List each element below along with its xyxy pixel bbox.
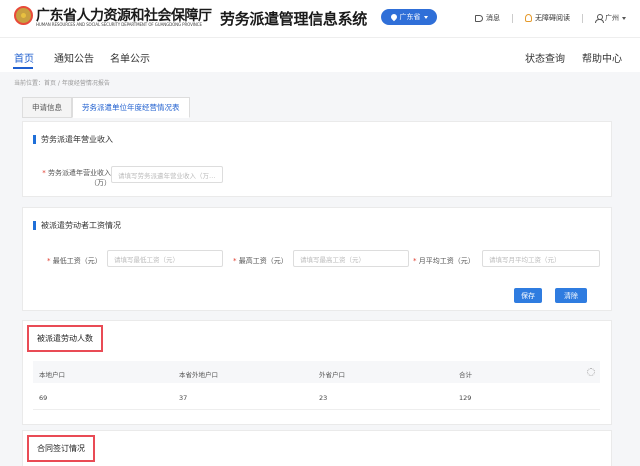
nav-query[interactable]: 状态查询 <box>525 50 565 65</box>
nav-help[interactable]: 帮助中心 <box>582 50 622 65</box>
save-button[interactable]: 保存 <box>514 288 542 303</box>
breadcrumb: 当前位置：首页 / 年度经营情况报告 <box>14 80 110 87</box>
clear-button[interactable]: 清除 <box>555 288 587 303</box>
chevron-down-icon <box>622 16 626 20</box>
divider <box>582 13 583 23</box>
column-settings-icon[interactable] <box>587 368 595 376</box>
org-name-en: HUMAN RESOURCES AND SOCIAL SECURITY DEPA… <box>36 22 202 27</box>
col-local: 本地户口 <box>39 371 65 379</box>
workers-panel-title: 被派遣劳动人数 <box>27 325 103 352</box>
nav-list[interactable]: 名单公示 <box>110 50 150 65</box>
messages-link[interactable]: 消息 <box>475 13 500 23</box>
emblem-logo <box>14 6 33 25</box>
cell-total: 129 <box>459 394 472 402</box>
col-other-province: 外省户口 <box>319 371 345 379</box>
user-label: 广州 <box>605 14 619 22</box>
tab-annual-report[interactable]: 劳务派遣单位年度经营情况表 <box>72 97 190 118</box>
max-wage-label: * 最高工资（元） <box>233 257 288 265</box>
top-actions: 消息 无障碍阅读 广州 <box>475 13 626 23</box>
nav-notices[interactable]: 通知公告 <box>54 50 94 65</box>
avg-wage-input[interactable]: 请填写月平均工资（元） <box>482 250 600 267</box>
divider <box>512 13 513 23</box>
messages-label: 消息 <box>486 14 500 22</box>
user-menu[interactable]: 广州 <box>595 13 626 23</box>
message-icon <box>475 14 483 22</box>
revenue-title-text: 劳务派遣年营业收入 <box>41 135 113 144</box>
cell-province-other: 37 <box>179 394 188 402</box>
revenue-input[interactable]: 请填写劳务派遣年营业收入（万… <box>111 166 223 183</box>
contract-panel-title: 合同签订情况 <box>27 435 95 462</box>
min-wage-label: * 最低工资（元） <box>47 257 102 265</box>
row-divider <box>33 409 600 410</box>
chevron-down-icon <box>423 15 428 19</box>
min-wage-input[interactable]: 请填写最低工资（元） <box>107 250 223 267</box>
system-title: 劳务派遣管理信息系统 <box>220 10 368 28</box>
workers-panel: 被派遣劳动人数 本地户口 本省外地户口 外省户口 合计 69 37 23 129 <box>22 320 612 425</box>
section-marker <box>33 221 36 230</box>
user-icon <box>595 14 604 23</box>
contract-panel: 合同签订情况 <box>22 430 612 466</box>
tab-application-info[interactable]: 申请信息 <box>22 97 72 118</box>
region-label: 广东省 <box>399 13 421 21</box>
page: 广东省人力资源和社会保障厅 HUMAN RESOURCES AND SOCIAL… <box>0 0 640 466</box>
accessibility-link[interactable]: 无障碍阅读 <box>525 13 570 23</box>
nav-active-indicator <box>13 67 33 69</box>
nav-home[interactable]: 首页 <box>14 50 34 65</box>
location-pin-icon <box>389 12 398 22</box>
accessibility-icon <box>525 14 532 22</box>
section-marker <box>33 135 36 144</box>
revenue-panel-title: 劳务派遣年营业收入 <box>33 134 113 145</box>
region-selector[interactable]: 广东省 <box>381 9 437 25</box>
col-total: 合计 <box>459 371 472 379</box>
cell-other-province: 23 <box>319 394 328 402</box>
cell-local: 69 <box>39 394 48 402</box>
workers-table-header: 本地户口 本省外地户口 外省户口 合计 <box>33 361 600 383</box>
col-province-other: 本省外地户口 <box>179 371 218 379</box>
tab-bar: 申请信息 劳务派遣单位年度经营情况表 <box>22 97 190 118</box>
revenue-label: * 劳务派遣年营业收入（万） <box>42 169 111 187</box>
revenue-panel: 劳务派遣年营业收入 * 劳务派遣年营业收入（万） 请填写劳务派遣年营业收入（万… <box>22 121 612 197</box>
wages-panel: 被派遣劳动者工资情况 * 最低工资（元） 请填写最低工资（元） * 最高工资（元… <box>22 207 612 311</box>
max-wage-input[interactable]: 请填写最高工资（元） <box>293 250 409 267</box>
wages-title-text: 被派遣劳动者工资情况 <box>41 221 121 230</box>
header: 广东省人力资源和社会保障厅 HUMAN RESOURCES AND SOCIAL… <box>0 0 640 38</box>
avg-wage-label: * 月平均工资（元） <box>413 257 475 265</box>
wages-panel-title: 被派遣劳动者工资情况 <box>33 220 121 231</box>
accessibility-label: 无障碍阅读 <box>535 14 570 22</box>
main-nav: 首页 通知公告 名单公示 状态查询 帮助中心 <box>0 38 640 72</box>
